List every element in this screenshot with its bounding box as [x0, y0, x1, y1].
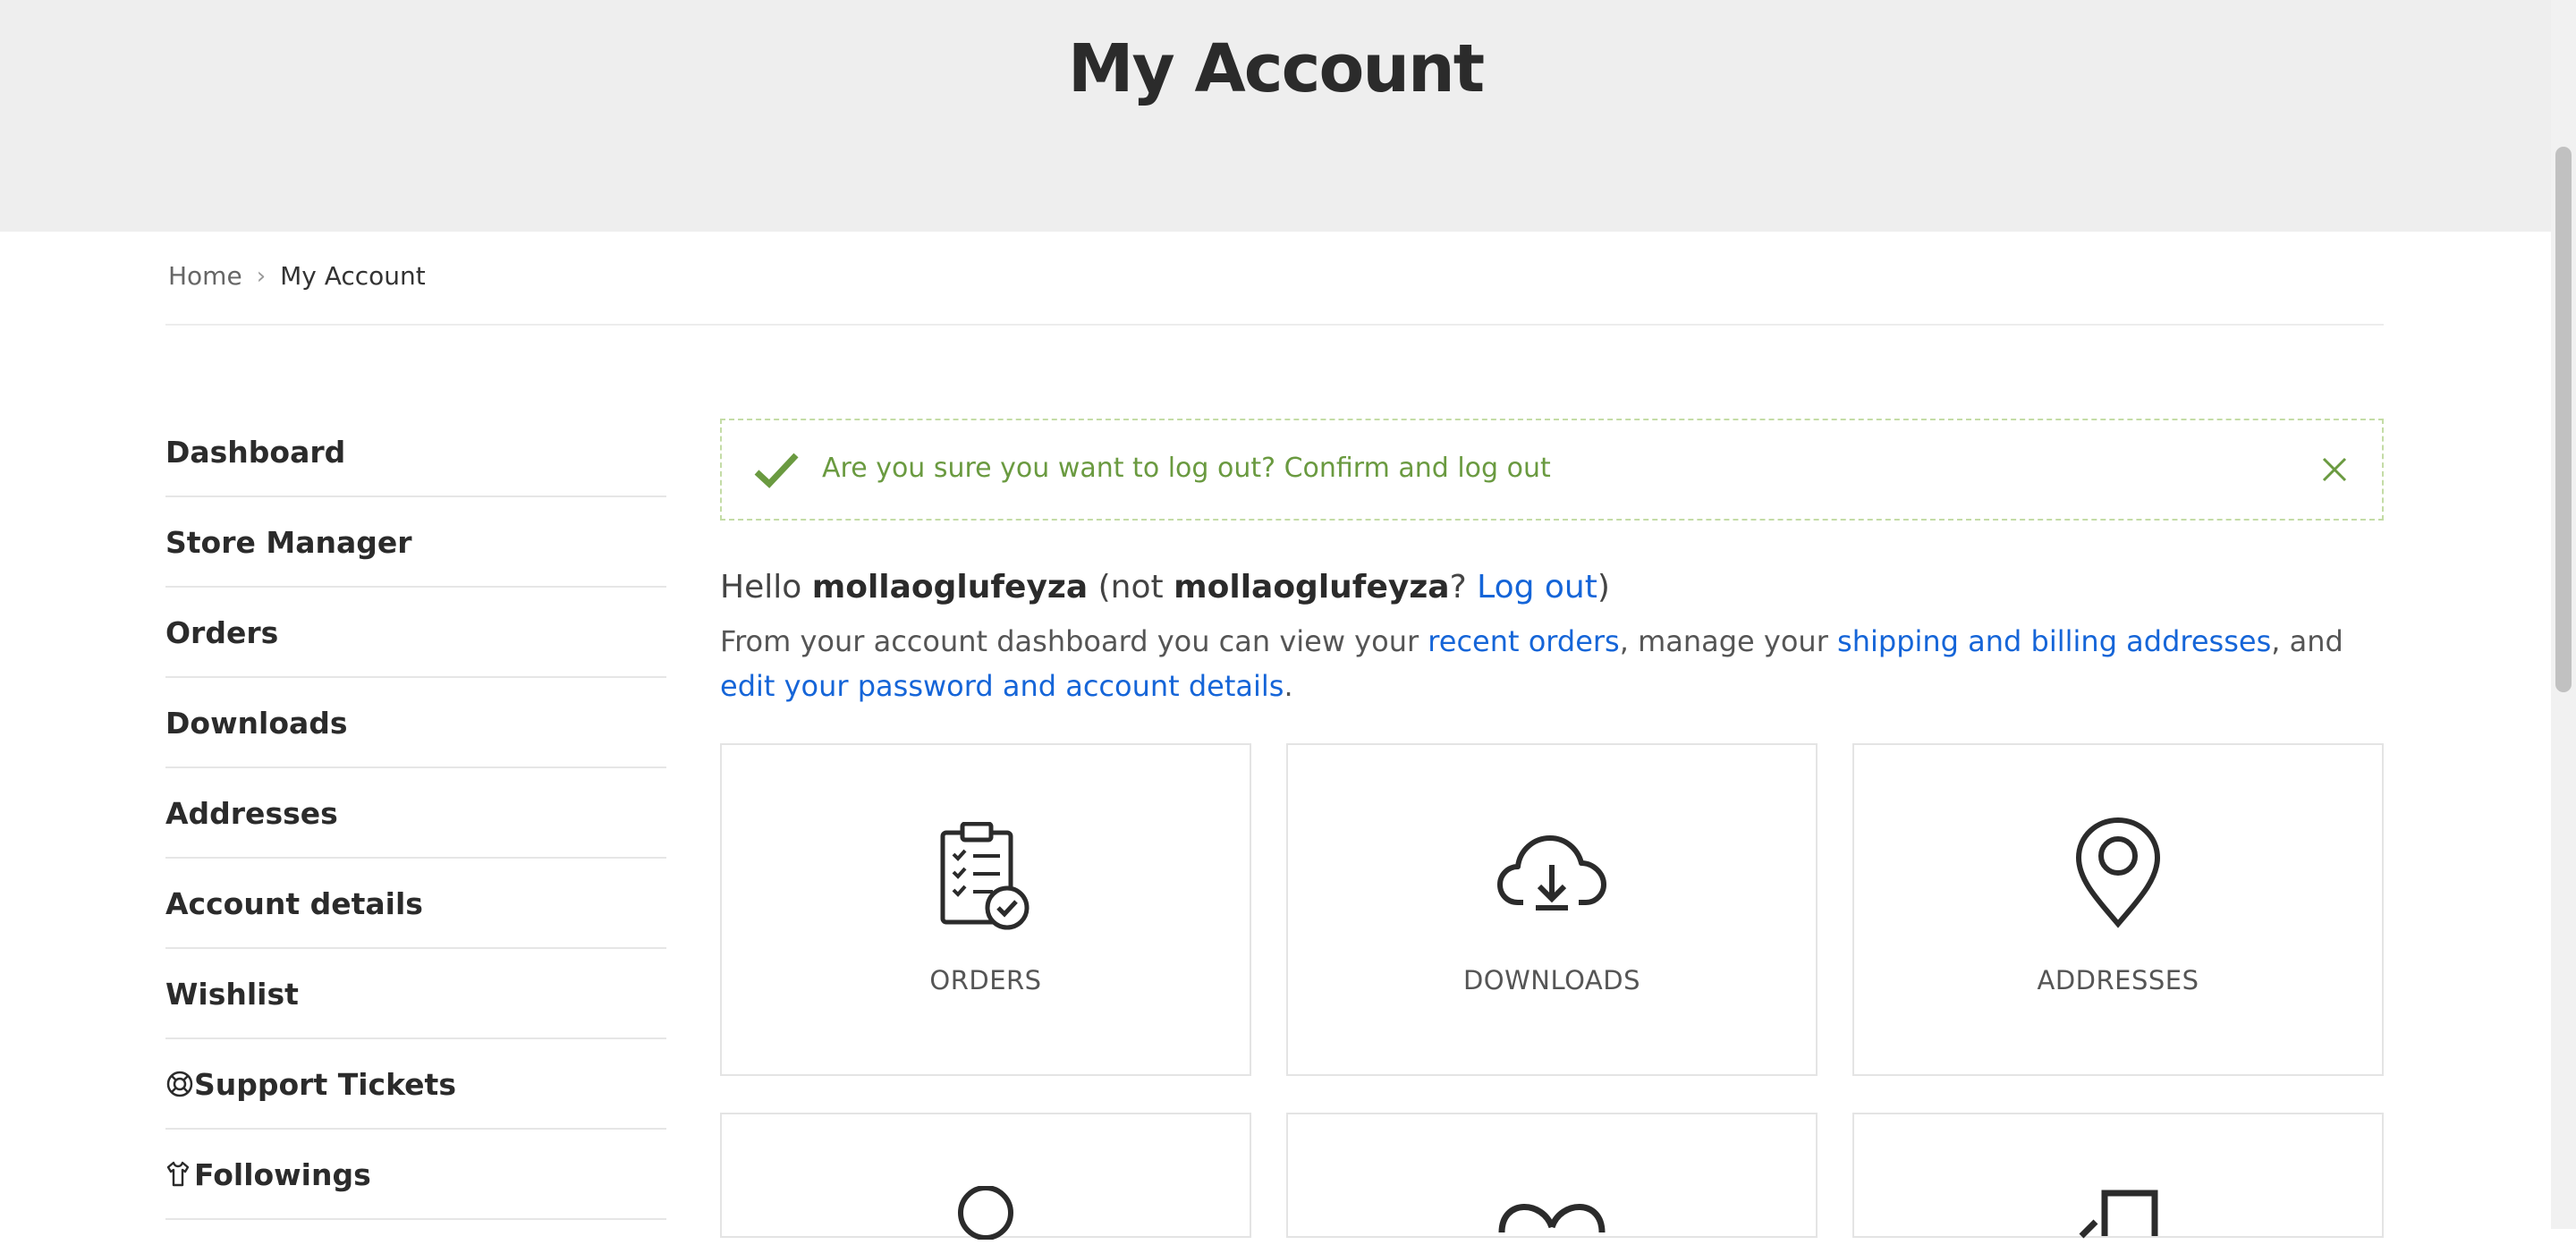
- sidebar-item-followings[interactable]: Followings: [165, 1131, 666, 1220]
- sidebar-item-label: Orders: [165, 614, 279, 650]
- sidebar-item-addresses[interactable]: Addresses: [165, 769, 666, 859]
- sidebar-item-label: Addresses: [165, 795, 338, 831]
- greeting-not: (not: [1097, 569, 1164, 606]
- sidebar-item-label: Support Tickets: [194, 1066, 456, 1102]
- sidebar-item-dashboard[interactable]: Dashboard: [165, 408, 666, 497]
- lifebuoy-icon: [165, 1070, 194, 1098]
- sidebar-item-label: Dashboard: [165, 434, 346, 470]
- sidebar-item-wishlist[interactable]: Wishlist: [165, 950, 666, 1039]
- greeting-username: mollaoglufeyza: [811, 569, 1089, 606]
- card-label: ORDERS: [929, 965, 1042, 995]
- breadcrumb-separator: ›: [256, 262, 267, 290]
- divider: [165, 324, 2384, 326]
- card-label: DOWNLOADS: [1462, 965, 1641, 995]
- sidebar-item-label: Followings: [194, 1156, 371, 1192]
- wishlist-card[interactable]: [1286, 1113, 1818, 1238]
- map-pin-icon: [1854, 817, 2382, 929]
- cloud-download-icon: [1288, 833, 1816, 913]
- shirt-icon: [165, 1160, 194, 1189]
- sidebar-item-label: Downloads: [165, 705, 348, 741]
- check-icon: [754, 451, 799, 494]
- logout-link[interactable]: Log out: [1477, 569, 1597, 606]
- page-title: My Account: [1067, 30, 1485, 107]
- sidebar-item-label: Store Manager: [165, 524, 412, 560]
- logout-icon: [1854, 1186, 2382, 1240]
- account-navigation: Dashboard Store Manager Orders Downloads…: [165, 408, 666, 1221]
- page-header: My Account: [0, 0, 2551, 232]
- addresses-link[interactable]: shipping and billing addresses: [1837, 624, 2271, 658]
- description-text: , and: [2271, 624, 2343, 658]
- clipboard-check-icon: [722, 822, 1250, 931]
- user-icon: [722, 1186, 1250, 1240]
- account-details-link[interactable]: edit your password and account details: [720, 669, 1284, 703]
- breadcrumb-current: My Account: [280, 261, 426, 291]
- close-icon[interactable]: [2321, 456, 2348, 487]
- sidebar-item-account-details[interactable]: Account details: [165, 860, 666, 949]
- notice-message[interactable]: Are you sure you want to log out? Confir…: [822, 453, 1551, 484]
- sidebar-item-store-manager[interactable]: Store Manager: [165, 498, 666, 588]
- greeting-close-paren: ): [1597, 569, 1610, 606]
- greeting-hello: Hello: [720, 569, 802, 606]
- breadcrumb-home-link[interactable]: Home: [168, 261, 242, 291]
- scrollbar-thumb[interactable]: [2555, 147, 2572, 692]
- card-label: ADDRESSES: [2037, 965, 2199, 995]
- logout-confirm-notice: Are you sure you want to log out? Confir…: [720, 419, 2384, 521]
- breadcrumb: Home › My Account: [168, 261, 426, 291]
- recent-orders-link[interactable]: recent orders: [1428, 624, 1619, 658]
- sidebar-item-label: Account details: [165, 885, 423, 921]
- orders-card[interactable]: ORDERS: [720, 743, 1251, 1076]
- sidebar-item-downloads[interactable]: Downloads: [165, 679, 666, 768]
- description-text: , manage your: [1619, 624, 1828, 658]
- sidebar-item-orders[interactable]: Orders: [165, 589, 666, 678]
- sidebar-item-support-tickets[interactable]: Support Tickets: [165, 1040, 666, 1130]
- downloads-card[interactable]: DOWNLOADS: [1286, 743, 1818, 1076]
- description-text: From your account dashboard you can view…: [720, 624, 1419, 658]
- dashboard-description: From your account dashboard you can view…: [720, 619, 2384, 708]
- greeting-username-2: mollaoglufeyza: [1174, 569, 1450, 606]
- greeting: Hello mollaoglufeyza (not mollaoglufeyza…: [720, 569, 1610, 606]
- heart-icon: [1288, 1191, 1816, 1245]
- greeting-question: ?: [1449, 569, 1467, 606]
- addresses-card[interactable]: ADDRESSES: [1852, 743, 2384, 1076]
- account-card[interactable]: [720, 1113, 1251, 1240]
- description-text: .: [1284, 669, 1293, 703]
- logout-card[interactable]: [1852, 1113, 2384, 1240]
- sidebar-item-label: Wishlist: [165, 976, 299, 1012]
